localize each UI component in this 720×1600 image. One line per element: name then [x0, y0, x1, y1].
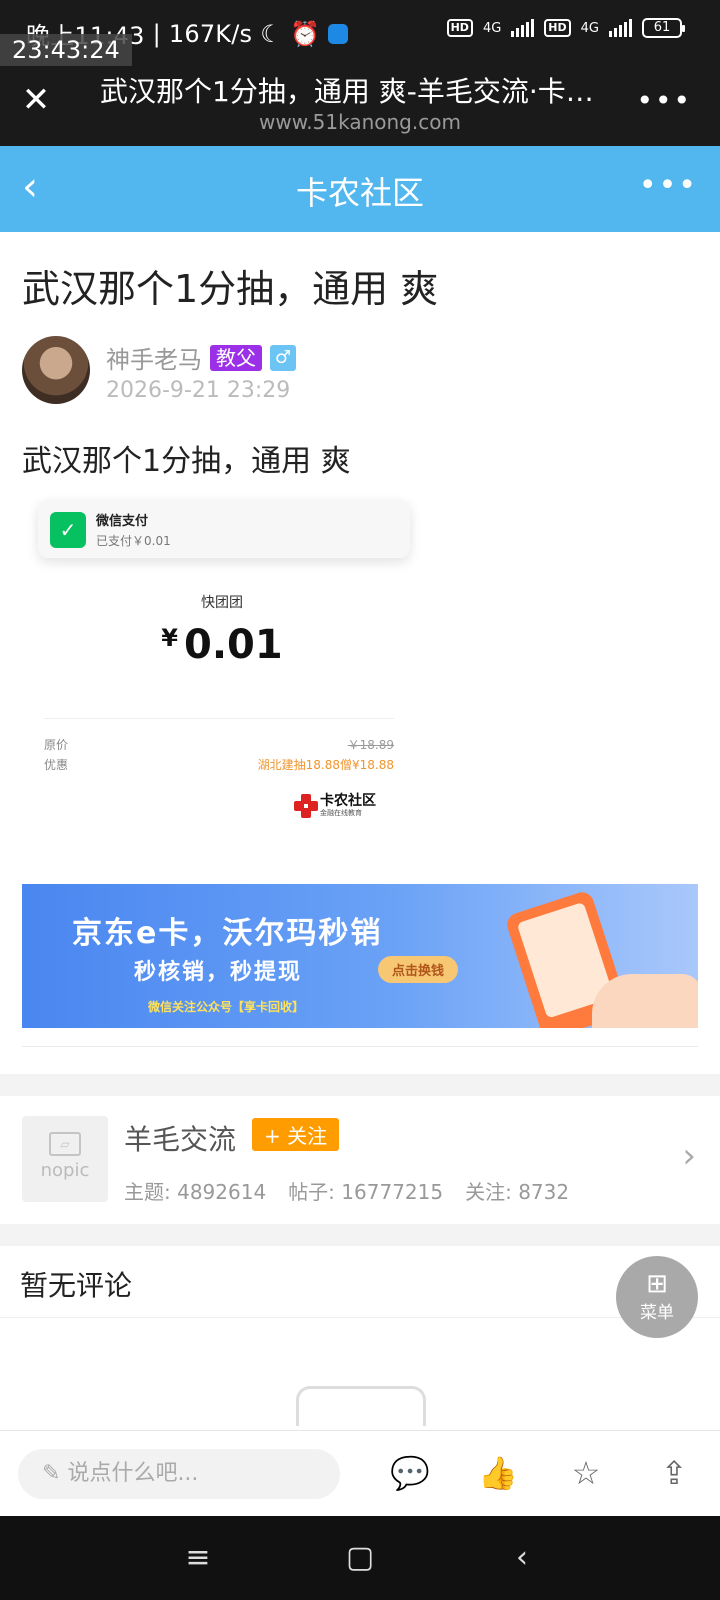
payment-notification: ✓ 微信支付 已支付￥0.01	[38, 500, 410, 558]
comments-section: 暂无评论	[0, 1246, 720, 1318]
row-label-discount: 优惠	[44, 758, 69, 772]
banner-subtitle: 秒核销，秒提现	[134, 960, 303, 985]
recents-icon[interactable]: ≡	[176, 1536, 220, 1580]
status-right: HD 4G HD 4G 61	[446, 18, 685, 38]
back-nav-icon[interactable]: ‹	[500, 1536, 544, 1580]
network-speed: 167K/s	[168, 19, 253, 48]
hd-icon: HD	[446, 19, 473, 37]
post-time: 2026-9-21 23:29	[106, 378, 291, 403]
hd-icon-2: HD	[544, 19, 571, 37]
banner-button[interactable]: 点击换钱	[378, 956, 459, 983]
comment-icon[interactable]: 💬	[388, 1451, 432, 1495]
logo-mark-icon	[294, 794, 318, 818]
forum-thumbnail: ▱ nopic	[22, 1116, 108, 1202]
author-name[interactable]: 神手老马	[106, 340, 202, 375]
stat-value: 16777215	[341, 1180, 444, 1204]
browser-title: 武汉那个1分抽，通用 爽-羊毛交流·卡农社区	[100, 75, 620, 108]
home-icon[interactable]: ▢	[338, 1536, 382, 1580]
stat-value: 8732	[518, 1180, 570, 1204]
app-notification-icon	[328, 23, 349, 44]
notification-title: 微信支付	[96, 514, 149, 529]
nopic-label: nopic	[40, 1160, 90, 1181]
hand-illustration	[592, 974, 698, 1028]
logo-text: 卡农社区	[320, 793, 376, 809]
network-type-2: 4G	[580, 20, 599, 36]
like-icon[interactable]: 👍	[476, 1451, 520, 1495]
banner-title: 京东e卡，沃尔玛秒销	[72, 916, 383, 951]
banner-footer: 微信关注公众号【享卡回收】	[148, 1000, 305, 1014]
chevron-right-icon[interactable]: ›	[682, 1136, 696, 1176]
row-label-original: 原价	[44, 738, 69, 752]
forum-stats: 主题: 4892614 帖子: 16777215 关注: 8732	[124, 1176, 569, 1205]
amount-value: 0.01	[184, 622, 283, 668]
follow-button[interactable]: + 关注	[252, 1118, 340, 1151]
signal-icon	[511, 19, 535, 37]
row-value-original: ￥18.89	[347, 738, 394, 752]
payment-amount: ¥0.01	[22, 622, 422, 668]
browser-more-icon[interactable]: •••	[636, 84, 692, 117]
header-more-icon[interactable]: •••	[639, 168, 698, 203]
ad-banner[interactable]: 京东e卡，沃尔玛秒销 秒核销，秒提现 点击换钱 微信关注公众号【享卡回收】	[22, 884, 698, 1028]
comment-placeholder: 说点什么吧...	[67, 1461, 199, 1486]
post-title: 武汉那个1分抽，通用 爽	[22, 267, 439, 311]
payment-screenshot[interactable]: ✓ 微信支付 已支付￥0.01 快团团 ¥0.01 原价 ￥18.89 优惠 湖…	[22, 486, 422, 852]
image-placeholder-icon: ▱	[49, 1132, 81, 1156]
menu-button[interactable]: ⊞ 菜单	[616, 1256, 698, 1338]
divider	[22, 1046, 698, 1047]
merchant-name: 快团团	[201, 595, 243, 611]
grid-icon: ⊞	[646, 1269, 668, 1299]
pencil-icon: ✎	[42, 1461, 68, 1486]
empty-state-illustration	[296, 1386, 426, 1426]
header-title: 卡农社区	[295, 174, 424, 212]
share-icon[interactable]: ⇪	[652, 1451, 696, 1495]
divider	[44, 718, 394, 719]
bottom-action-bar: ✎ 说点什么吧... 💬 👍 ☆ ⇪	[0, 1430, 720, 1516]
male-icon: ♂	[270, 344, 296, 371]
wechat-pay-icon: ✓	[50, 512, 86, 548]
stat-label: 主题:	[124, 1180, 171, 1204]
forum-name[interactable]: 羊毛交流	[124, 1118, 236, 1158]
signal-icon-2	[609, 19, 632, 37]
currency-symbol: ¥	[161, 624, 178, 652]
stat-value: 4892614	[177, 1180, 267, 1204]
browser-url: www.51kanong.com	[259, 110, 461, 134]
moon-icon: ☾	[260, 19, 282, 48]
menu-label: 菜单	[640, 1303, 674, 1323]
author-line: 神手老马 教父 ♂	[106, 340, 296, 375]
rank-badge: 教父	[210, 344, 262, 371]
alarm-icon: ⏰	[289, 19, 321, 48]
row-value-discount: 湖北建抽18.88僧¥18.88	[257, 758, 394, 772]
avatar[interactable]	[22, 336, 90, 404]
post-body: 武汉那个1分抽，通用 爽	[22, 444, 351, 479]
logo-subtext: 金融在线教育	[320, 809, 362, 817]
stat-label: 关注:	[465, 1180, 512, 1204]
browser-bar: ✕ 武汉那个1分抽，通用 爽-羊毛交流·卡农社区 www.51kanong.co…	[0, 62, 720, 146]
notification-subtitle: 已支付￥0.01	[96, 534, 171, 548]
comment-input[interactable]: ✎ 说点什么吧...	[18, 1449, 340, 1499]
network-type-1: 4G	[482, 20, 502, 36]
star-icon[interactable]: ☆	[564, 1451, 608, 1495]
battery-icon: 61	[642, 18, 685, 38]
section-gap	[0, 1224, 720, 1246]
system-nav-bar: ≡ ▢ ‹	[0, 1516, 720, 1600]
kanong-logo: 卡农社区 金融在线教育	[294, 794, 376, 818]
app-header: ‹ 卡农社区 •••	[0, 146, 720, 232]
section-gap	[0, 1074, 720, 1096]
forum-card[interactable]: ▱ nopic 羊毛交流 + 关注 主题: 4892614 帖子: 167772…	[0, 1096, 720, 1224]
comments-title: 暂无评论	[20, 1269, 133, 1302]
clock-overlay: 23:43:24	[0, 34, 132, 66]
stat-label: 帖子:	[288, 1180, 335, 1204]
